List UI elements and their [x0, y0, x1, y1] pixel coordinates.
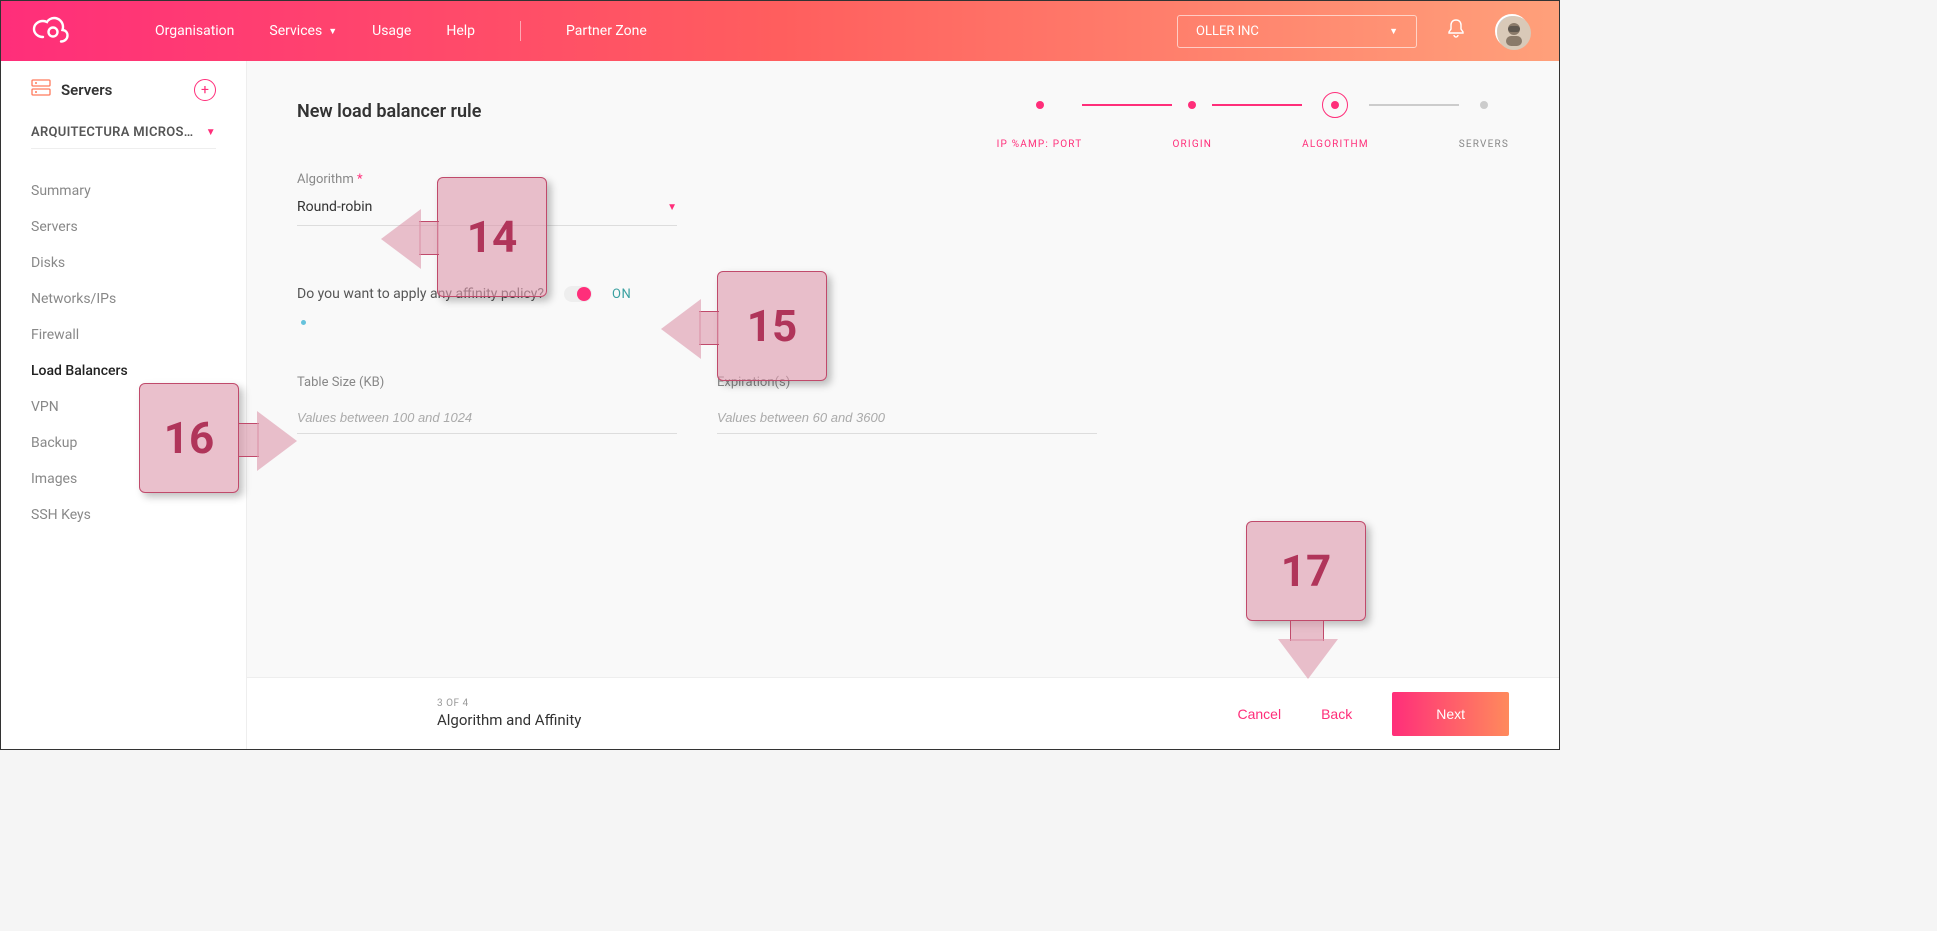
sidebar-title: Servers [61, 81, 112, 99]
step-label-3: ALGORITHM [1302, 139, 1369, 150]
expiration-label: Expiration(s) [717, 375, 1097, 390]
chevron-down-icon: ▼ [667, 202, 677, 213]
step-label-4: SERVERS [1459, 139, 1509, 150]
sidebar-item-summary[interactable]: Summary [31, 173, 216, 209]
algorithm-select[interactable]: Round-robin ▼ [297, 199, 677, 226]
step-label-1: IP %AMP: PORT [997, 139, 1083, 150]
sidebar-item-images[interactable]: Images [31, 461, 216, 497]
sidebar-item-backup[interactable]: Backup [31, 425, 216, 461]
avatar[interactable] [1495, 14, 1529, 48]
nav-organisation[interactable]: Organisation [155, 23, 234, 39]
org-selector[interactable]: OLLER INC ▼ [1177, 15, 1417, 48]
main: New load balancer rule IP %AMP: PORT ORI… [247, 61, 1559, 749]
toggle-on-label: ON [612, 287, 631, 302]
sidebar-item-sshkeys[interactable]: SSH Keys [31, 497, 216, 533]
tablesize-input[interactable] [297, 402, 677, 434]
project-name: ARQUITECTURA MICROS… [31, 125, 194, 140]
expiration-input[interactable] [717, 402, 1097, 434]
nav-partner-zone[interactable]: Partner Zone [566, 23, 647, 39]
affinity-toggle[interactable] [564, 286, 592, 302]
wizard-stepper: IP %AMP: PORT ORIGIN ALGORITHM SERVERS [997, 101, 1509, 150]
divider [31, 148, 216, 149]
affinity-question: Do you want to apply any affinity policy… [297, 286, 544, 302]
chevron-down-icon: ▼ [206, 127, 216, 138]
tablesize-label: Table Size (KB) [297, 375, 677, 390]
sidebar-header: Servers + [31, 79, 216, 101]
top-nav: Organisation Services ▼ Usage Help Partn… [155, 21, 647, 41]
next-button[interactable]: Next [1392, 692, 1509, 736]
algorithm-value: Round-robin [297, 199, 372, 215]
chevron-down-icon: ▼ [328, 26, 337, 37]
servers-section-icon [31, 79, 51, 101]
sidebar-item-loadbalancers[interactable]: Load Balancers [31, 353, 216, 389]
header: Organisation Services ▼ Usage Help Partn… [1, 1, 1559, 61]
notifications-icon[interactable] [1447, 19, 1465, 43]
footer-step-title: Algorithm and Affinity [437, 711, 581, 729]
sidebar-item-vpn[interactable]: VPN [31, 389, 216, 425]
footer-step-count: 3 OF 4 [437, 698, 581, 709]
sidebar-item-firewall[interactable]: Firewall [31, 317, 216, 353]
nav-help[interactable]: Help [446, 23, 475, 39]
sidebar-item-networks[interactable]: Networks/IPs [31, 281, 216, 317]
nav-services-label: Services [269, 23, 322, 39]
nav-usage[interactable]: Usage [372, 23, 411, 39]
chevron-down-icon: ▼ [1389, 26, 1398, 37]
cancel-button[interactable]: Cancel [1237, 706, 1281, 722]
back-button[interactable]: Back [1321, 706, 1352, 722]
wizard-footer: 3 OF 4 Algorithm and Affinity Cancel Bac… [247, 677, 1559, 749]
algorithm-label: Algorithm * [297, 172, 1509, 187]
step-label-2: ORIGIN [1172, 139, 1212, 150]
org-selector-label: OLLER INC [1196, 24, 1259, 39]
nav-separator [520, 21, 521, 41]
info-dot-icon [301, 320, 306, 325]
add-server-button[interactable]: + [194, 79, 216, 101]
sidebar-item-servers[interactable]: Servers [31, 209, 216, 245]
logo[interactable] [31, 15, 75, 47]
sidebar-item-disks[interactable]: Disks [31, 245, 216, 281]
sidebar: Servers + ARQUITECTURA MICROS… ▼ Summary… [1, 61, 247, 749]
nav-services[interactable]: Services ▼ [269, 23, 337, 39]
project-selector[interactable]: ARQUITECTURA MICROS… ▼ [31, 125, 216, 140]
